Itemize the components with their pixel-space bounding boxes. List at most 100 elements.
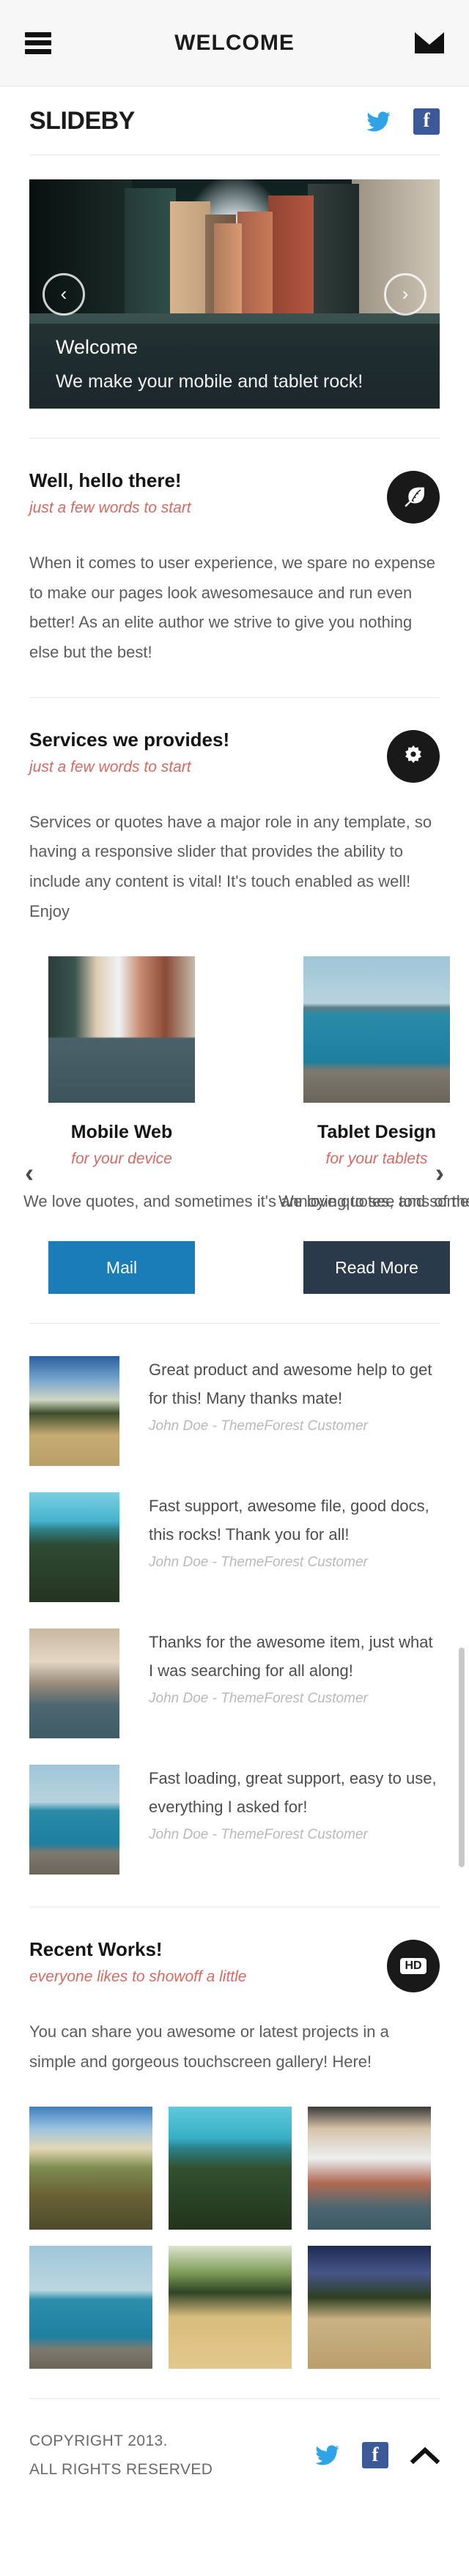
gallery-item[interactable] [169, 2106, 292, 2230]
gallery-item[interactable] [308, 2245, 431, 2369]
scrollbar-thumb[interactable] [459, 1648, 465, 1867]
testimonial-text: Fast loading, great support, easy to use… [149, 1769, 437, 1816]
service-card[interactable]: Mobile Web for your device We love quote… [23, 956, 469, 1295]
page-title: WELCOME [174, 30, 295, 55]
testimonial-author: John Doe - ThemeForest Customer [149, 1418, 368, 1434]
testimonial-content: Fast loading, great support, easy to use… [149, 1765, 440, 1875]
services-carousel[interactable]: Mobile Web for your device We love quote… [0, 956, 469, 1295]
section-testimonials: Great product and awesome help to get fo… [0, 1323, 469, 1875]
forest-lake-photo [29, 1492, 119, 1603]
gallery-item[interactable] [308, 2106, 431, 2230]
hamburger-line [25, 48, 51, 54]
twitter-icon[interactable] [366, 111, 391, 132]
street-photo [48, 956, 195, 1103]
gallery-item[interactable] [29, 2245, 152, 2369]
section-subtitle: everyone likes to showoff a little [29, 1968, 247, 1986]
testimonial-text: Fast support, awesome file, good docs, t… [149, 1497, 429, 1544]
hero-slider[interactable]: Welcome We make your mobile and tablet r… [29, 179, 440, 409]
read-more-button[interactable]: Read More [303, 1241, 450, 1295]
carousel-prev-button[interactable]: ‹ [25, 1159, 34, 1186]
facebook-icon[interactable]: f [362, 2442, 388, 2469]
service-card-text: We love quotes, and sometimes it's annoy… [278, 1191, 469, 1210]
footer-social-links: f [315, 2442, 440, 2469]
page-scrollbar[interactable] [459, 1648, 465, 1867]
section-title: Services we provides! [29, 728, 230, 751]
city-street [308, 2106, 431, 2230]
section-subtitle: just a few words to start [29, 499, 191, 516]
copyright-block: COPYRIGHT 2013. ALL RIGHTS RESERVED [29, 2427, 213, 2485]
hero-prev-button[interactable]: ‹ [43, 272, 85, 316]
gallery-item[interactable] [29, 2106, 152, 2230]
footer: COPYRIGHT 2013. ALL RIGHTS RESERVED f [0, 2399, 469, 2485]
hamburger-line [25, 40, 51, 45]
envelope-flap [415, 32, 444, 45]
chevron-up-icon[interactable] [410, 2446, 440, 2465]
brand-bar: SLIDEBY f [0, 86, 469, 135]
section-hello: Well, hello there! just a few words to s… [0, 438, 469, 668]
section-services: Services we provides! just a few words t… [0, 696, 469, 927]
leaf-glyph [405, 487, 424, 507]
facebook-icon[interactable]: f [413, 108, 440, 135]
service-card[interactable]: Tablet Design for your tablets We love q… [278, 956, 469, 1295]
testimonial-thumbnail [29, 1628, 119, 1739]
section-header: Well, hello there! just a few words to s… [29, 439, 440, 524]
swing-by-the-sea [29, 2106, 152, 2230]
hd-badge-label: HD [400, 1958, 426, 1975]
service-card-title: Mobile Web [70, 1121, 173, 1142]
gallery-item[interactable] [169, 2245, 292, 2369]
divider [29, 1323, 440, 1325]
hd-icon: HD [387, 1940, 440, 1993]
tuscany-photo [29, 1356, 119, 1467]
hamburger-menu-icon[interactable] [25, 31, 51, 54]
street-photo [29, 1628, 119, 1739]
gear-icon [387, 729, 440, 783]
testimonial-thumbnail [29, 1492, 119, 1603]
section-header: Recent Works! everyone likes to showoff … [29, 1907, 440, 1993]
testimonial-content: Great product and awesome help to get fo… [149, 1356, 440, 1466]
copyright-line-1: COPYRIGHT 2013. [29, 2432, 168, 2449]
rocky-shore [29, 2245, 152, 2369]
section-header: Services we provides! just a few words t… [29, 698, 440, 783]
service-card-text: We love quotes, and sometimes it's annoy… [23, 1191, 469, 1210]
hamburger-line [25, 31, 51, 37]
section-body-text: Services or quotes have a major role in … [29, 812, 432, 920]
testimonial-author: John Doe - ThemeForest Customer [149, 1827, 368, 1843]
testimonial-thumbnail [29, 1765, 119, 1875]
testimonial-author: John Doe - ThemeForest Customer [149, 1691, 368, 1707]
list-item[interactable]: Thanks for the awesome item, just what I… [29, 1602, 440, 1739]
hero-subtitle: We make your mobile and tablet rock! [56, 371, 363, 392]
testimonial-content: Fast support, awesome file, good docs, t… [149, 1492, 440, 1602]
copyright-line-2: ALL RIGHTS RESERVED [29, 2461, 213, 2479]
leaf-icon [387, 471, 440, 524]
section-title: Recent Works! [29, 1938, 163, 1961]
testimonial-content: Thanks for the awesome item, just what I… [149, 1628, 440, 1738]
twitter-icon[interactable] [315, 2445, 340, 2465]
list-item[interactable]: Fast support, awesome file, good docs, t… [29, 1466, 440, 1603]
envelope-icon[interactable] [415, 32, 444, 53]
testimonial-thumbnail [29, 1356, 119, 1467]
section-body-text: When it comes to user experience, we spa… [29, 554, 435, 662]
brand-logo: SLIDEBY [29, 107, 135, 135]
section-heading-group: Well, hello there! just a few words to s… [29, 469, 191, 517]
top-navigation-bar: WELCOME [0, 0, 469, 86]
seaside-photo [303, 956, 450, 1103]
section-heading-group: Services we provides! just a few words t… [29, 729, 229, 776]
forest-and-lake [169, 2106, 292, 2230]
works-gallery [29, 2106, 440, 2369]
section-recent-works: Recent Works! everyone likes to showoff … [0, 1907, 469, 2369]
mail-button[interactable]: Mail [48, 1241, 195, 1295]
section-body-text: You can share you awesome or latest proj… [29, 2022, 389, 2071]
gear-glyph [405, 745, 421, 763]
section-subtitle: just a few words to start [29, 758, 191, 775]
hero-next-button[interactable]: › [384, 272, 426, 316]
service-card-image [303, 956, 450, 1103]
section-title: Well, hello there! [29, 469, 182, 491]
list-item[interactable]: Great product and awesome help to get fo… [29, 1330, 440, 1467]
list-item[interactable]: Fast loading, great support, easy to use… [29, 1738, 440, 1875]
service-card-subtitle: for your device [71, 1150, 172, 1167]
wheat-field [169, 2245, 292, 2369]
section-heading-group: Recent Works! everyone likes to showoff … [29, 1938, 246, 1986]
header-social-links: f [366, 108, 440, 135]
carousel-next-button[interactable]: › [435, 1159, 444, 1186]
tuscany-path [308, 2245, 431, 2369]
